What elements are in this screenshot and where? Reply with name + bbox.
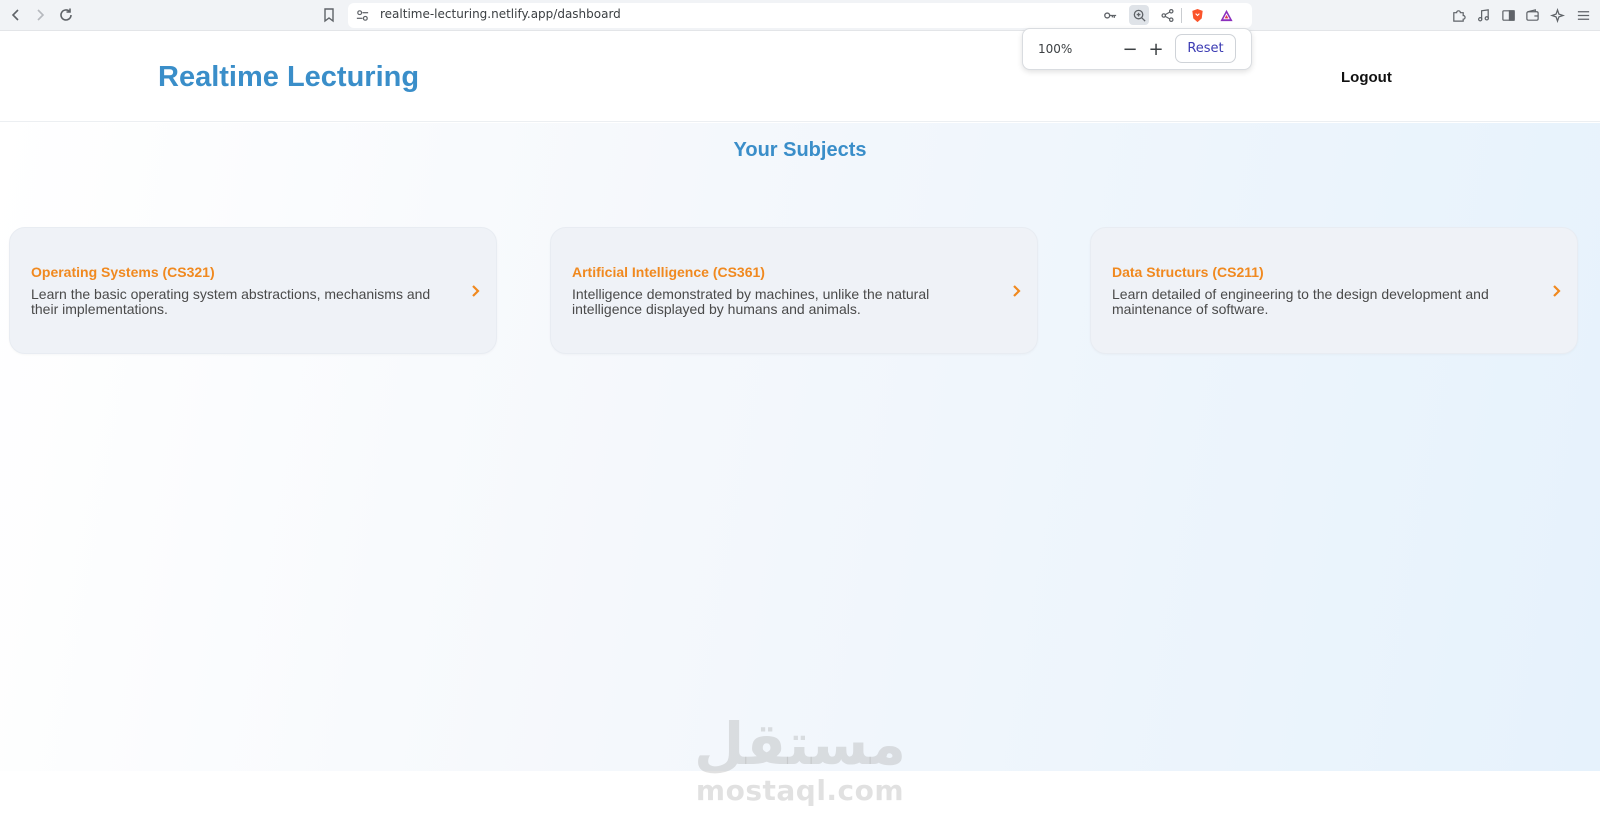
zoom-popup: 100% − + Reset	[1022, 28, 1252, 70]
zoom-icon[interactable]	[1129, 5, 1149, 25]
zoom-out-button[interactable]: −	[1119, 39, 1141, 61]
subject-description: Learn detailed of engineering to the des…	[1112, 286, 1489, 317]
zoom-in-button[interactable]: +	[1145, 39, 1167, 61]
subjects-section: Your Subjects Operating Systems (CS321) …	[0, 123, 1600, 771]
share-icon[interactable]	[1157, 5, 1177, 25]
subject-description: Intelligence demonstrated by machines, u…	[572, 286, 930, 317]
subject-description: Learn the basic operating system abstrac…	[31, 286, 431, 317]
leo-icon[interactable]	[1547, 5, 1567, 25]
toolbar-separator	[1181, 8, 1182, 23]
subject-card[interactable]: Data Structurs (CS211) Learn detailed of…	[1090, 227, 1578, 354]
page: Realtime Lecturing Logout Your Subjects …	[0, 32, 1600, 840]
chevron-right-icon[interactable]	[1009, 282, 1025, 300]
app-header: Realtime Lecturing Logout	[0, 32, 1600, 122]
reload-icon[interactable]	[55, 4, 77, 26]
browser-toolbar: realtime-lecturing.netlify.app/dashboard	[0, 0, 1600, 31]
chevron-right-icon[interactable]	[1549, 282, 1565, 300]
wallet-icon[interactable]	[1522, 5, 1542, 25]
site-settings-icon[interactable]	[352, 5, 372, 25]
bookmark-icon[interactable]	[318, 4, 340, 26]
brave-shield-icon[interactable]	[1187, 5, 1207, 25]
menu-icon[interactable]	[1573, 5, 1593, 25]
key-icon[interactable]	[1100, 5, 1120, 25]
forward-icon[interactable]	[29, 4, 51, 26]
section-title: Your Subjects	[733, 139, 867, 161]
url-text[interactable]: realtime-lecturing.netlify.app/dashboard	[380, 7, 621, 21]
media-icon[interactable]	[1473, 5, 1493, 25]
extensions-icon[interactable]	[1448, 5, 1468, 25]
subject-card[interactable]: Operating Systems (CS321) Learn the basi…	[9, 227, 497, 354]
zoom-reset-button[interactable]: Reset	[1175, 34, 1236, 63]
app-title[interactable]: Realtime Lecturing	[158, 61, 419, 94]
page-footer	[0, 771, 1600, 840]
subject-title: Operating Systems (CS321)	[31, 264, 215, 280]
back-icon[interactable]	[5, 4, 27, 26]
subject-title: Artificial Intelligence (CS361)	[572, 264, 765, 280]
subject-card[interactable]: Artificial Intelligence (CS361) Intellig…	[550, 227, 1038, 354]
logout-link[interactable]: Logout	[1341, 69, 1392, 86]
zoom-level: 100%	[1038, 42, 1073, 56]
sidebar-icon[interactable]	[1498, 5, 1518, 25]
rewards-icon[interactable]	[1216, 5, 1236, 25]
chevron-right-icon[interactable]	[468, 282, 484, 300]
subject-title: Data Structurs (CS211)	[1112, 264, 1264, 280]
